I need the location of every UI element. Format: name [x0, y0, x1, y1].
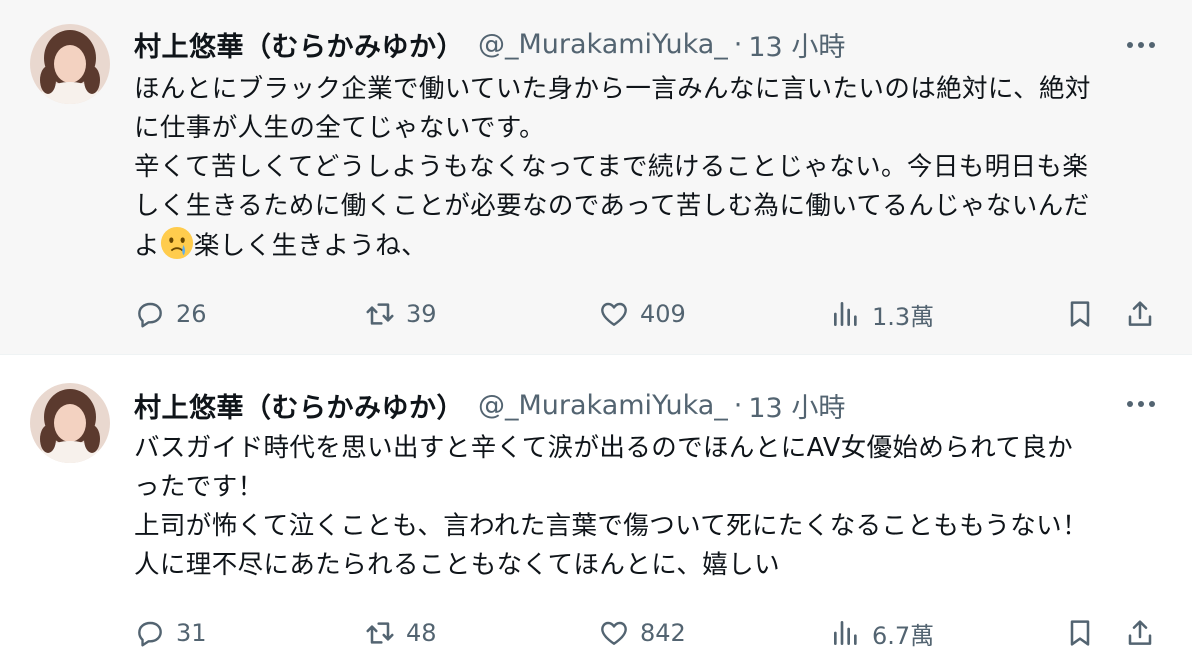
bookmark-button[interactable]: [1064, 613, 1096, 653]
reply-count: 26: [176, 300, 207, 328]
views-chart-icon: [834, 621, 857, 645]
reply-button[interactable]: 26: [134, 294, 207, 334]
bookmark-icon: [1070, 620, 1090, 646]
action-bar: 31 48 842 6.7萬: [0, 613, 1192, 653]
retweet-button[interactable]: 48: [364, 613, 437, 653]
tweet-text-fragment: よ: [134, 231, 160, 261]
share-button[interactable]: [1124, 294, 1156, 334]
avatar[interactable]: [30, 383, 110, 463]
share-icon: [1128, 301, 1152, 326]
tweet-text-line: バスガイド時代を思い出すと辛くて涙が出るのでほんとにAV女優始められて良か: [134, 433, 1074, 463]
like-count: 842: [640, 619, 686, 647]
tweet-text-line: 上司が怖くて泣くことも、言われた言葉で傷ついて死にたくなることももうない！: [134, 511, 1088, 541]
tweet-header: 村上悠華（むらかみゆか） @_MurakamiYuka_ · 13 小時: [134, 24, 1192, 64]
action-bar: 26 39 409 1.3萬: [0, 294, 1192, 334]
retweet-count: 39: [406, 300, 437, 328]
author-name[interactable]: 村上悠華（むらかみゆか）: [134, 386, 464, 425]
bookmark-button[interactable]: [1064, 294, 1096, 334]
timestamp[interactable]: 13 小時: [748, 386, 845, 425]
separator-dot: ·: [733, 28, 743, 60]
tweet-text-fragment: 楽しく生きようね、: [193, 231, 428, 261]
separator-dot: ·: [733, 389, 743, 421]
tweet-text-line: 人に理不尽にあたられることもなくてほんとに、嬉しい: [134, 550, 780, 580]
avatar-image: [30, 24, 110, 104]
heart-icon: [601, 621, 627, 645]
more-options-button[interactable]: [1124, 387, 1158, 421]
like-button[interactable]: 842: [598, 613, 686, 653]
retweet-count: 48: [406, 619, 437, 647]
tweet[interactable]: 村上悠華（むらかみゆか） @_MurakamiYuka_ · 13 小時 バスガ…: [0, 354, 1192, 666]
more-options-button[interactable]: [1124, 28, 1158, 62]
views-button[interactable]: 1.3萬: [830, 294, 934, 334]
avatar[interactable]: [30, 24, 110, 104]
reply-icon: [138, 621, 162, 647]
views-chart-icon: [834, 302, 857, 326]
view-count: 6.7萬: [872, 621, 935, 650]
author-handle[interactable]: @_MurakamiYuka_: [478, 390, 728, 421]
tweet-text-line: しく生きるために働くことが必要なのであって苦しむ為に働いてるんじゃないんだ: [134, 191, 1090, 221]
retweet-icon: [366, 303, 394, 325]
retweet-button[interactable]: 39: [364, 294, 437, 334]
bookmark-icon: [1070, 301, 1090, 327]
like-count: 409: [640, 300, 686, 328]
like-button[interactable]: 409: [598, 294, 686, 334]
reply-count: 31: [176, 619, 207, 647]
tweet-text-line: よ 楽しく生きようね、: [134, 226, 1174, 266]
reply-button[interactable]: 31: [134, 613, 207, 653]
tweet-text: バスガイド時代を思い出すと辛くて涙が出るのでほんとにAV女優始められて良か った…: [134, 429, 1174, 585]
retweet-icon: [366, 622, 394, 644]
avatar-image: [30, 383, 110, 463]
share-icon: [1128, 620, 1152, 645]
share-button[interactable]: [1124, 613, 1156, 653]
crying-face-emoji-icon: [160, 226, 193, 260]
tweet-header: 村上悠華（むらかみゆか） @_MurakamiYuka_ · 13 小時: [134, 385, 1192, 425]
author-handle[interactable]: @_MurakamiYuka_: [478, 29, 728, 60]
view-count: 1.3萬: [872, 302, 935, 331]
tweet-text: ほんとにブラック企業で働いていた身から一言みんなに言いたいのは絶対に、絶対 に仕…: [134, 70, 1174, 266]
more-icon: [1127, 401, 1155, 407]
tweet-text-line: に仕事が人生の全てじゃないです。: [134, 113, 546, 143]
more-icon: [1127, 42, 1155, 48]
tweet[interactable]: 村上悠華（むらかみゆか） @_MurakamiYuka_ · 13 小時 ほんと…: [0, 0, 1192, 354]
timestamp[interactable]: 13 小時: [748, 25, 845, 64]
tweet-text-line: 辛くて苦しくてどうしようもなくなってまで続けることじゃない。今日も明日も楽: [134, 152, 1089, 182]
views-button[interactable]: 6.7萬: [830, 613, 934, 653]
tweet-text-line: ったです！: [134, 472, 264, 502]
tweet-text-line: ほんとにブラック企業で働いていた身から一言みんなに言いたいのは絶対に、絶対: [134, 74, 1091, 104]
reply-icon: [138, 302, 162, 328]
author-name[interactable]: 村上悠華（むらかみゆか）: [134, 25, 464, 64]
heart-icon: [601, 302, 627, 326]
